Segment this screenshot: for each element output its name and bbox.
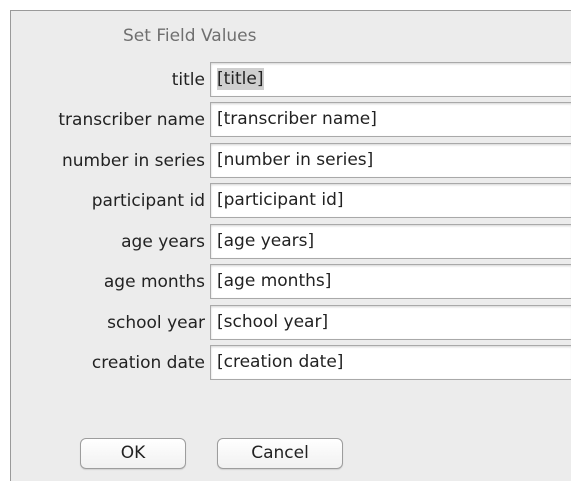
cancel-button[interactable]: Cancel [217,438,343,469]
field-input-number-in-series[interactable]: [number in series] [210,143,571,178]
field-input-transcriber-name[interactable]: [transcriber name] [210,102,571,137]
field-row-participant-id: participant id [participant id] [11,182,571,220]
field-input-participant-id[interactable]: [participant id] [210,183,571,218]
field-label-number-in-series: number in series [62,151,205,171]
field-row-age-years: age years [age years] [11,223,571,261]
field-row-school-year: school year [school year] [11,304,571,342]
field-label-age-months: age months [103,272,205,292]
field-label-transcriber-name: transcriber name [58,110,205,130]
field-row-creation-date: creation date [creation date] [11,344,571,382]
dialog-title-text: Set Field Values [123,26,257,46]
field-label-age-years: age years [121,232,205,252]
field-row-age-months: age months [age months] [11,263,571,301]
field-label-participant-id: participant id [91,191,205,211]
field-input-age-months[interactable]: [age months] [210,264,571,299]
field-input-creation-date[interactable]: [creation date] [210,345,571,380]
field-input-title[interactable]: [title] [210,62,571,97]
field-input-school-year[interactable]: [school year] [210,305,571,340]
field-label-title: title [171,70,205,90]
field-row-title: title [title] [11,61,571,99]
field-row-number-in-series: number in series [number in series] [11,142,571,180]
set-field-values-dialog: Set Field Values title [title] transcrib… [10,10,571,481]
field-row-transcriber-name: transcriber name [transcriber name] [11,101,571,139]
ok-button[interactable]: OK [80,438,186,469]
field-label-creation-date: creation date [91,353,205,373]
field-input-age-years[interactable]: [age years] [210,224,571,259]
dialog-title: Set Field Values [11,11,571,61]
field-label-school-year: school year [107,313,205,333]
field-value-title: [title] [217,68,264,90]
